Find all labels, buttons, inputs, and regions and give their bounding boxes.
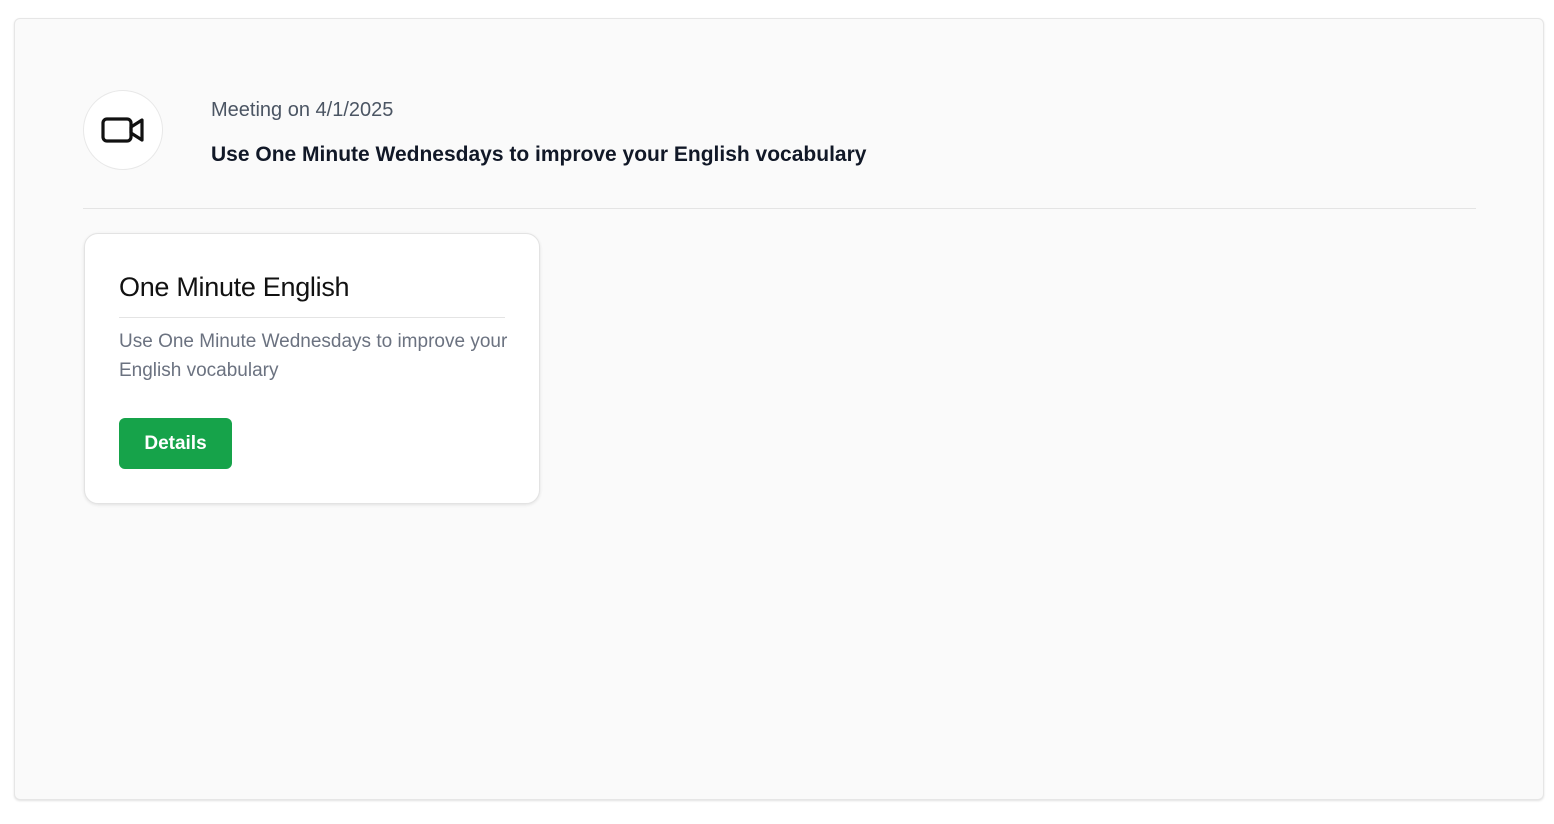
meeting-card: One Minute English Use One Minute Wednes… [84, 233, 540, 504]
meeting-date: Meeting on 4/1/2025 [211, 99, 394, 121]
header-divider [83, 208, 1476, 209]
meeting-icon-badge [83, 90, 163, 170]
card-description: Use One Minute Wednesdays to improve you… [119, 331, 508, 381]
meeting-panel: Meeting on 4/1/2025 Use One Minute Wedne… [14, 18, 1544, 800]
meeting-title: Use One Minute Wednesdays to improve you… [211, 143, 867, 166]
video-camera-icon [101, 117, 144, 143]
card-title: One Minute English [119, 272, 350, 302]
meeting-header-text: Meeting on 4/1/2025 Use One Minute Wedne… [211, 98, 866, 168]
meeting-header: Meeting on 4/1/2025 Use One Minute Wedne… [83, 90, 1476, 172]
card-divider [119, 317, 505, 318]
details-button[interactable]: Details [119, 418, 232, 469]
